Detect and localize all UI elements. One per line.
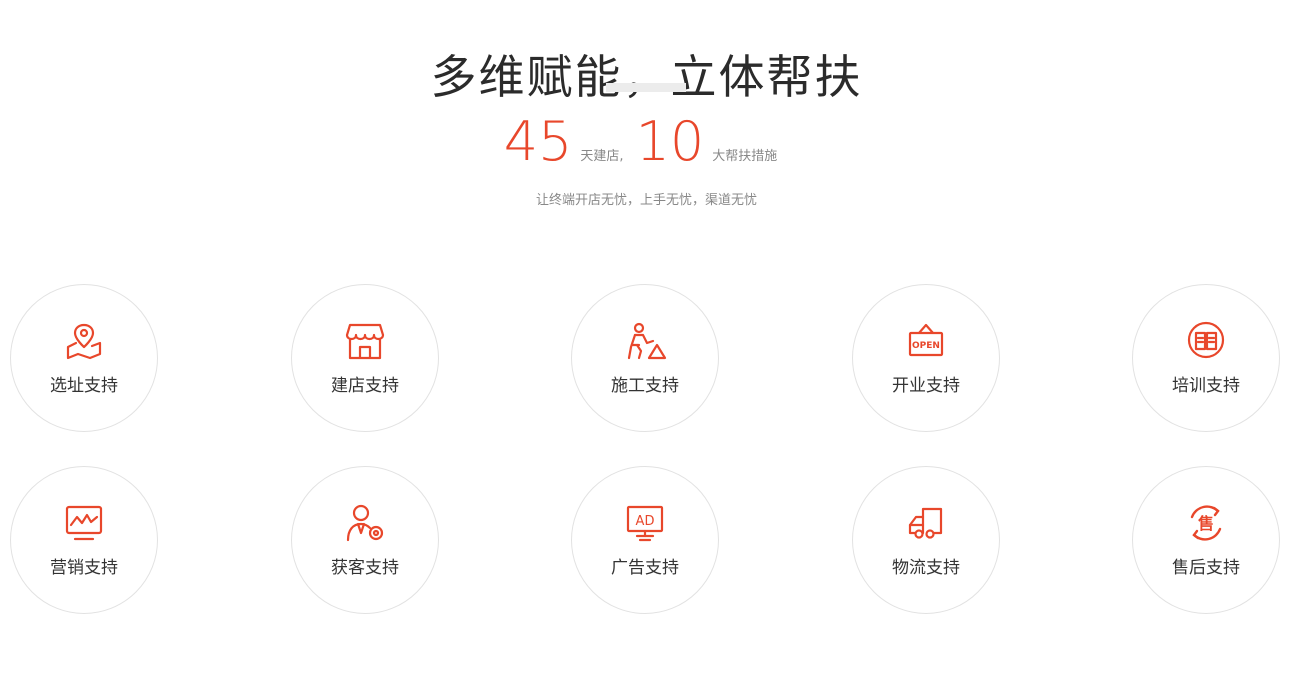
service-grid: 选址支持 建店支持 施工支持 OPEN 开业支持 培训支持 营销支持 获客支持 … [10, 284, 1283, 618]
service-label: 选址支持 [50, 376, 118, 396]
location-map-icon [62, 321, 106, 361]
service-card-after-sales[interactable]: 售 售后支持 [1132, 466, 1280, 614]
service-label: 广告支持 [611, 558, 679, 578]
service-label: 建店支持 [331, 376, 399, 396]
ad-screen-icon: AD [623, 503, 667, 543]
service-card-advertising[interactable]: AD 广告支持 [571, 466, 719, 614]
service-label: 获客支持 [331, 558, 399, 578]
service-card-marketing[interactable]: 营销支持 [10, 466, 158, 614]
stat-measures-label: 大帮扶措施 [712, 149, 778, 164]
page-subtitle: 让终端开店无忧，上手无忧，渠道无忧 [535, 193, 757, 208]
service-label: 物流支持 [892, 558, 960, 578]
page-title: 多维赋能，立体帮扶 [430, 49, 863, 104]
stats-line: 45 天建店, 10 大帮扶措施 [0, 114, 1293, 170]
svg-text:AD: AD [636, 514, 655, 529]
delivery-truck-icon [904, 503, 948, 543]
service-card-store-building[interactable]: 建店支持 [291, 284, 439, 432]
stat-measures-value: 10 [635, 110, 705, 173]
service-card-customer-acquisition[interactable]: 获客支持 [291, 466, 439, 614]
svg-text:OPEN: OPEN [912, 341, 940, 351]
service-label: 培训支持 [1172, 376, 1240, 396]
service-label: 开业支持 [892, 376, 960, 396]
service-label: 营销支持 [50, 558, 118, 578]
service-label: 施工支持 [611, 376, 679, 396]
service-card-construction[interactable]: 施工支持 [571, 284, 719, 432]
after-sales-icon: 售 [1184, 503, 1228, 543]
svg-text:售: 售 [1198, 514, 1214, 533]
book-icon [1184, 321, 1228, 361]
service-card-opening[interactable]: OPEN 开业支持 [852, 284, 1000, 432]
open-sign-icon: OPEN [904, 321, 948, 361]
service-card-site-selection[interactable]: 选址支持 [10, 284, 158, 432]
service-card-training[interactable]: 培训支持 [1132, 284, 1280, 432]
title-divider [606, 83, 686, 92]
storefront-icon [343, 321, 387, 361]
construction-worker-icon [623, 321, 667, 361]
stat-days-value: 45 [503, 110, 573, 173]
chart-monitor-icon [62, 503, 106, 543]
stat-days-label: 天建店, [580, 149, 624, 164]
customer-icon [343, 503, 387, 543]
service-card-logistics[interactable]: 物流支持 [852, 466, 1000, 614]
service-label: 售后支持 [1172, 558, 1240, 578]
